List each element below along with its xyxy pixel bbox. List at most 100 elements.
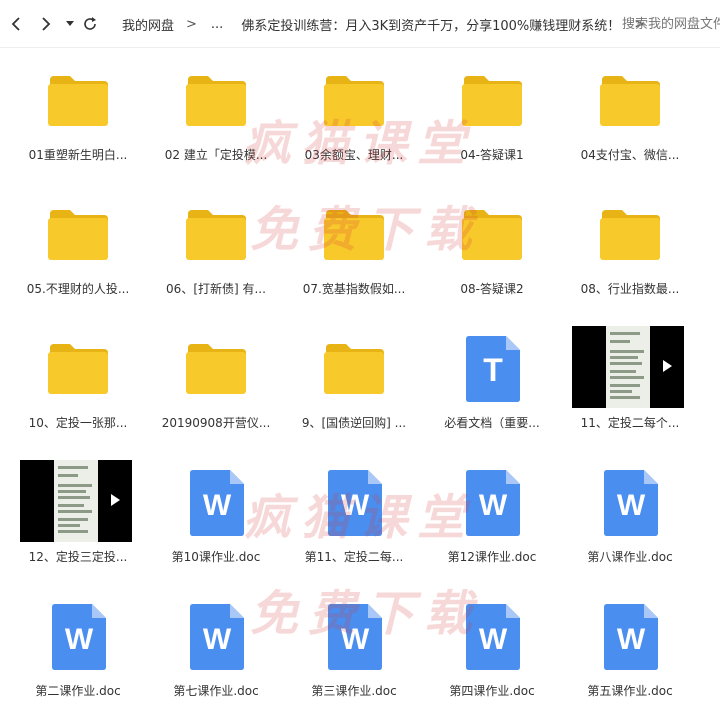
video-frame-image <box>54 460 98 542</box>
svg-text:W: W <box>341 489 370 522</box>
file-item[interactable]: 05.不理财的人投... <box>13 182 143 307</box>
file-thumbnail: W <box>565 584 695 679</box>
folder-icon <box>186 76 246 126</box>
breadcrumb-ellipsis[interactable]: ... <box>211 17 223 32</box>
word-document-icon: W <box>328 604 382 670</box>
file-item[interactable]: W 第10课作业.doc <box>151 450 281 575</box>
file-thumbnail <box>13 316 143 411</box>
file-item[interactable]: 9、[国债逆回购] ... <box>289 316 419 441</box>
file-thumbnail: W <box>565 450 695 545</box>
file-item[interactable]: 08、行业指数最... <box>565 182 695 307</box>
refresh-icon[interactable] <box>80 14 100 34</box>
file-name: 9、[国债逆回购] ... <box>301 416 407 430</box>
file-name: 06、[打新债] 有... <box>166 282 266 296</box>
toolbar: 我的网盘 > ... 佛系定投训练营：月入3K到资产千万，分享100%赚钱理财系… <box>0 0 720 48</box>
file-name: 第三课作业.doc <box>311 684 397 698</box>
file-item[interactable]: 12、定投三定投... <box>13 450 143 575</box>
folder-icon <box>600 210 660 260</box>
folder-icon <box>324 76 384 126</box>
file-item[interactable]: W 第八课作业.doc <box>565 450 695 575</box>
file-name: 12、定投三定投... <box>28 550 128 564</box>
text-document-icon: T <box>466 336 520 402</box>
file-item[interactable]: 06、[打新债] 有... <box>151 182 281 307</box>
file-grid: 01重塑新生明白... 02 建立「定投模... 03余额宝、理财... 04-答疑课… <box>0 48 720 704</box>
word-document-icon: W <box>328 470 382 536</box>
svg-text:T: T <box>483 352 503 388</box>
file-thumbnail: T <box>427 316 557 411</box>
file-item[interactable]: W 第三课作业.doc <box>289 584 419 709</box>
file-item[interactable]: W 第二课作业.doc <box>13 584 143 709</box>
file-item[interactable]: 07.宽基指数假如... <box>289 182 419 307</box>
file-name: 04支付宝、微信... <box>580 148 680 162</box>
file-name: 02 建立「定投模... <box>164 148 268 162</box>
file-thumbnail: W <box>427 450 557 545</box>
file-name: 04-答疑课1 <box>460 148 524 162</box>
file-item[interactable]: 01重塑新生明白... <box>13 48 143 173</box>
file-thumbnail <box>13 450 143 545</box>
folder-icon <box>48 210 108 260</box>
folder-icon <box>48 76 108 126</box>
file-item[interactable]: 10、定投一张那... <box>13 316 143 441</box>
breadcrumb-root[interactable]: 我的网盘 <box>122 15 174 34</box>
file-thumbnail <box>565 48 695 143</box>
word-document-icon: W <box>52 604 106 670</box>
word-document-icon: W <box>190 604 244 670</box>
chevron-right-icon: > <box>186 16 197 32</box>
file-thumbnail <box>151 182 281 277</box>
folder-icon <box>48 344 108 394</box>
word-document-icon: W <box>190 470 244 536</box>
file-name: 20190908开营仪... <box>161 416 271 430</box>
file-item[interactable]: W 第12课作业.doc <box>427 450 557 575</box>
file-name: 05.不理财的人投... <box>26 282 130 296</box>
play-icon <box>111 494 120 506</box>
word-document-icon: W <box>466 470 520 536</box>
file-item[interactable]: 20190908开营仪... <box>151 316 281 441</box>
svg-text:W: W <box>203 489 232 522</box>
file-thumbnail <box>289 316 419 411</box>
svg-text:W: W <box>65 623 94 656</box>
file-item[interactable]: 03余额宝、理财... <box>289 48 419 173</box>
file-name: 11、定投二每个... <box>580 416 680 430</box>
file-item[interactable]: W 第11、定投二每... <box>289 450 419 575</box>
file-item[interactable]: W 第四课作业.doc <box>427 584 557 709</box>
file-name: 10、定投一张那... <box>28 416 128 430</box>
folder-icon <box>186 344 246 394</box>
forward-arrow-icon[interactable] <box>36 14 56 34</box>
file-item[interactable]: W 第七课作业.doc <box>151 584 281 709</box>
word-document-icon: W <box>466 604 520 670</box>
back-arrow-icon[interactable] <box>6 14 26 34</box>
file-item[interactable]: 04支付宝、微信... <box>565 48 695 173</box>
file-name: 08、行业指数最... <box>580 282 680 296</box>
search-input[interactable] <box>622 14 720 34</box>
file-name: 03余额宝、理财... <box>304 148 404 162</box>
folder-icon <box>600 76 660 126</box>
breadcrumb-current[interactable]: 佛系定投训练营：月入3K到资产千万，分享100%赚钱理财系统！ <box>241 15 620 34</box>
file-name: 第五课作业.doc <box>587 684 673 698</box>
file-thumbnail <box>151 48 281 143</box>
dropdown-caret-icon[interactable] <box>60 14 80 34</box>
file-thumbnail: W <box>13 584 143 679</box>
video-thumbnail <box>20 460 132 542</box>
file-item[interactable]: T 必看文档（重要... <box>427 316 557 441</box>
file-name: 第二课作业.doc <box>35 684 121 698</box>
file-item[interactable]: W 第五课作业.doc <box>565 584 695 709</box>
file-name: 07.宽基指数假如... <box>302 282 406 296</box>
file-name: 01重塑新生明白... <box>28 148 128 162</box>
file-name: 第11、定投二每... <box>304 550 404 564</box>
file-thumbnail <box>427 182 557 277</box>
svg-text:W: W <box>479 489 508 522</box>
svg-text:W: W <box>341 623 370 656</box>
folder-icon <box>324 210 384 260</box>
file-name: 第12课作业.doc <box>447 550 537 564</box>
file-thumbnail <box>151 316 281 411</box>
folder-icon <box>462 210 522 260</box>
file-item[interactable]: 08-答疑课2 <box>427 182 557 307</box>
file-item[interactable]: 02 建立「定投模... <box>151 48 281 173</box>
play-icon <box>663 360 672 372</box>
word-document-icon: W <box>604 604 658 670</box>
file-item[interactable]: 11、定投二每个... <box>565 316 695 441</box>
file-item[interactable]: 04-答疑课1 <box>427 48 557 173</box>
file-thumbnail <box>565 182 695 277</box>
folder-icon <box>462 76 522 126</box>
svg-text:W: W <box>617 489 646 522</box>
